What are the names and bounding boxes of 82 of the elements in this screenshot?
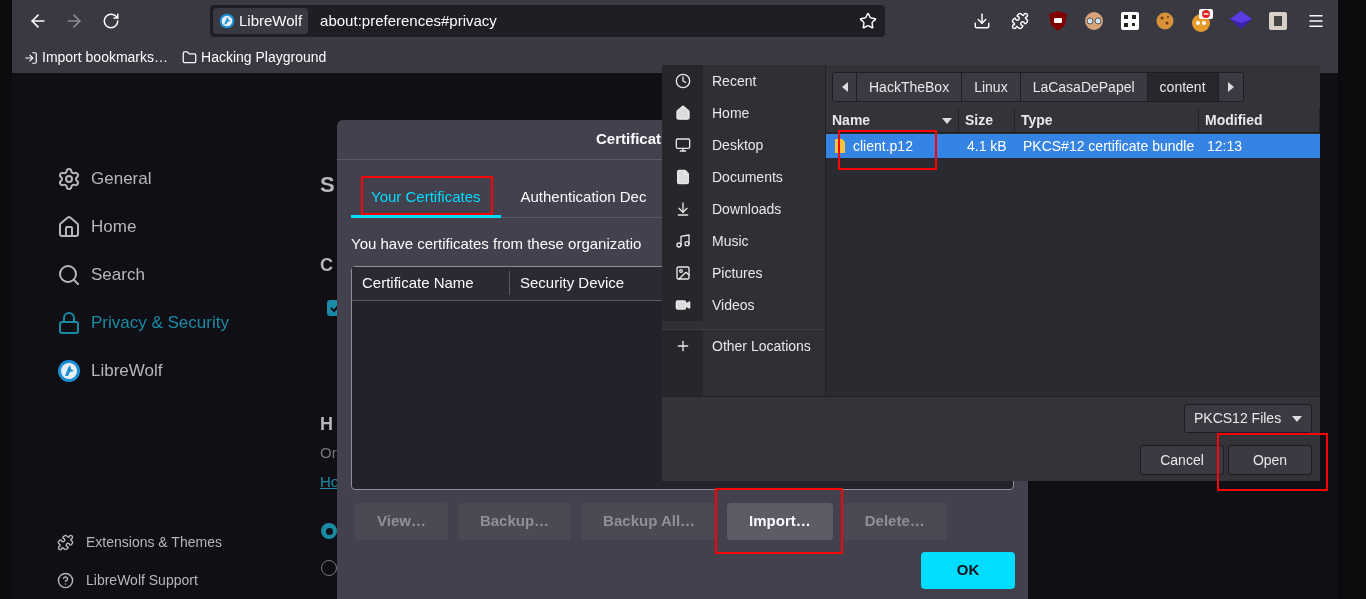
sort-caret-icon	[942, 117, 952, 124]
places-item[interactable]: Home	[662, 97, 825, 129]
file-icon	[835, 139, 845, 153]
path-forward-button[interactable]	[1218, 73, 1243, 101]
column-header[interactable]: Modified	[1199, 109, 1320, 132]
dropdown-caret-icon	[1292, 415, 1302, 422]
description-text: You have certificates from these organizatio	[351, 234, 642, 254]
path-segment[interactable]: Linux	[962, 73, 1021, 101]
sidebar-item[interactable]: General	[57, 155, 320, 203]
url-text: about:preferences#privacy	[320, 10, 498, 31]
settings-icon	[57, 167, 81, 191]
column-header[interactable]: Name	[826, 109, 959, 132]
file-modified: 12:13	[1206, 136, 1243, 156]
section-heading: H	[320, 413, 334, 436]
monitor-icon	[674, 137, 691, 153]
sidebar-item[interactable]: LibreWolf	[57, 347, 320, 395]
sidebar-footer-link[interactable]: Extensions & Themes	[57, 523, 320, 561]
places-item[interactable]: Other Locations	[662, 330, 825, 362]
menu-icon[interactable]	[1307, 12, 1325, 30]
round-logo-icon	[219, 13, 235, 29]
section-heading: C	[320, 254, 334, 277]
badge-face-icon[interactable]	[1191, 9, 1213, 33]
sidebar-item[interactable]: Privacy & Security	[57, 299, 320, 347]
sidebar-item[interactable]: Home	[57, 203, 320, 251]
reload-icon[interactable]	[102, 12, 120, 30]
places-item[interactable]: Music	[662, 225, 825, 257]
dialog-button[interactable]: Cancel	[1140, 445, 1224, 475]
sidebar-footer-link[interactable]: LibreWolf Support	[57, 561, 320, 599]
sidebar-item[interactable]: Search	[57, 251, 320, 299]
round-logo-icon	[57, 359, 81, 383]
ok-button[interactable]: OK	[921, 551, 1015, 589]
home-icon	[674, 105, 691, 121]
places-item[interactable]: Desktop	[662, 129, 825, 161]
file-name: client.p12	[853, 136, 913, 156]
places-item[interactable]: Pictures	[662, 257, 825, 289]
dialog-button[interactable]: Import…	[727, 502, 833, 540]
qr-code-icon[interactable]	[1121, 12, 1139, 30]
face-icon[interactable]	[1084, 11, 1104, 31]
help-icon	[57, 571, 74, 589]
column-header[interactable]: Security Device	[510, 271, 635, 295]
puzzle-icon	[57, 533, 74, 551]
url-bar[interactable]: LibreWolf about:preferences#privacy	[210, 5, 885, 37]
column-header[interactable]: Size	[959, 109, 1015, 132]
file-row[interactable]: client.p12 4.1 kB PKCS#12 certificate bundle 12:13	[826, 134, 1320, 158]
home-icon	[57, 215, 81, 239]
file-size: 4.1 kB	[966, 136, 1008, 156]
column-header[interactable]: Type	[1015, 109, 1199, 132]
shield-icon[interactable]	[1049, 11, 1067, 31]
dialog-title: Certificat	[596, 129, 662, 150]
right-triangle-icon	[1227, 82, 1234, 92]
clock-icon	[674, 73, 691, 89]
path-back-button[interactable]	[833, 73, 857, 101]
file-type: PKCS#12 certificate bundle	[1022, 136, 1196, 156]
lock-icon	[57, 311, 81, 335]
radio-button[interactable]	[321, 523, 337, 539]
path-segment[interactable]: content	[1147, 73, 1219, 101]
folder-icon	[182, 50, 198, 65]
path-segment[interactable]: HackTheBox	[857, 73, 963, 101]
identity-button[interactable]: LibreWolf	[213, 8, 309, 34]
left-triangle-icon	[841, 82, 848, 92]
music-note-icon	[674, 233, 691, 249]
bookmark-item[interactable]: Import bookmarks…	[24, 47, 169, 68]
dialog-button[interactable]: Open	[1228, 445, 1312, 475]
download-icon[interactable]	[973, 12, 991, 30]
document-icon	[674, 169, 691, 185]
tab[interactable]: Your Certificates	[351, 179, 501, 218]
star-icon[interactable]	[859, 12, 877, 30]
file-filter-dropdown[interactable]: PKCS12 Files	[1184, 404, 1312, 433]
puzzle-icon[interactable]	[1011, 12, 1029, 30]
places-item[interactable]: Videos	[662, 289, 825, 321]
bookmark-item[interactable]: Hacking Playground	[182, 47, 327, 68]
page-heading: S	[320, 171, 336, 199]
image-icon	[674, 265, 691, 281]
body-text: Or	[320, 443, 338, 463]
import-icon	[24, 50, 38, 65]
places-item[interactable]: Recent	[662, 65, 825, 97]
column-header[interactable]: Certificate Name	[352, 271, 510, 295]
path-segment[interactable]: LaCasaDePapel	[1020, 73, 1148, 101]
cookie-icon[interactable]	[1156, 12, 1174, 30]
search-icon	[57, 263, 81, 287]
square-icon[interactable]	[1269, 12, 1287, 30]
video-camera-icon	[674, 297, 691, 313]
